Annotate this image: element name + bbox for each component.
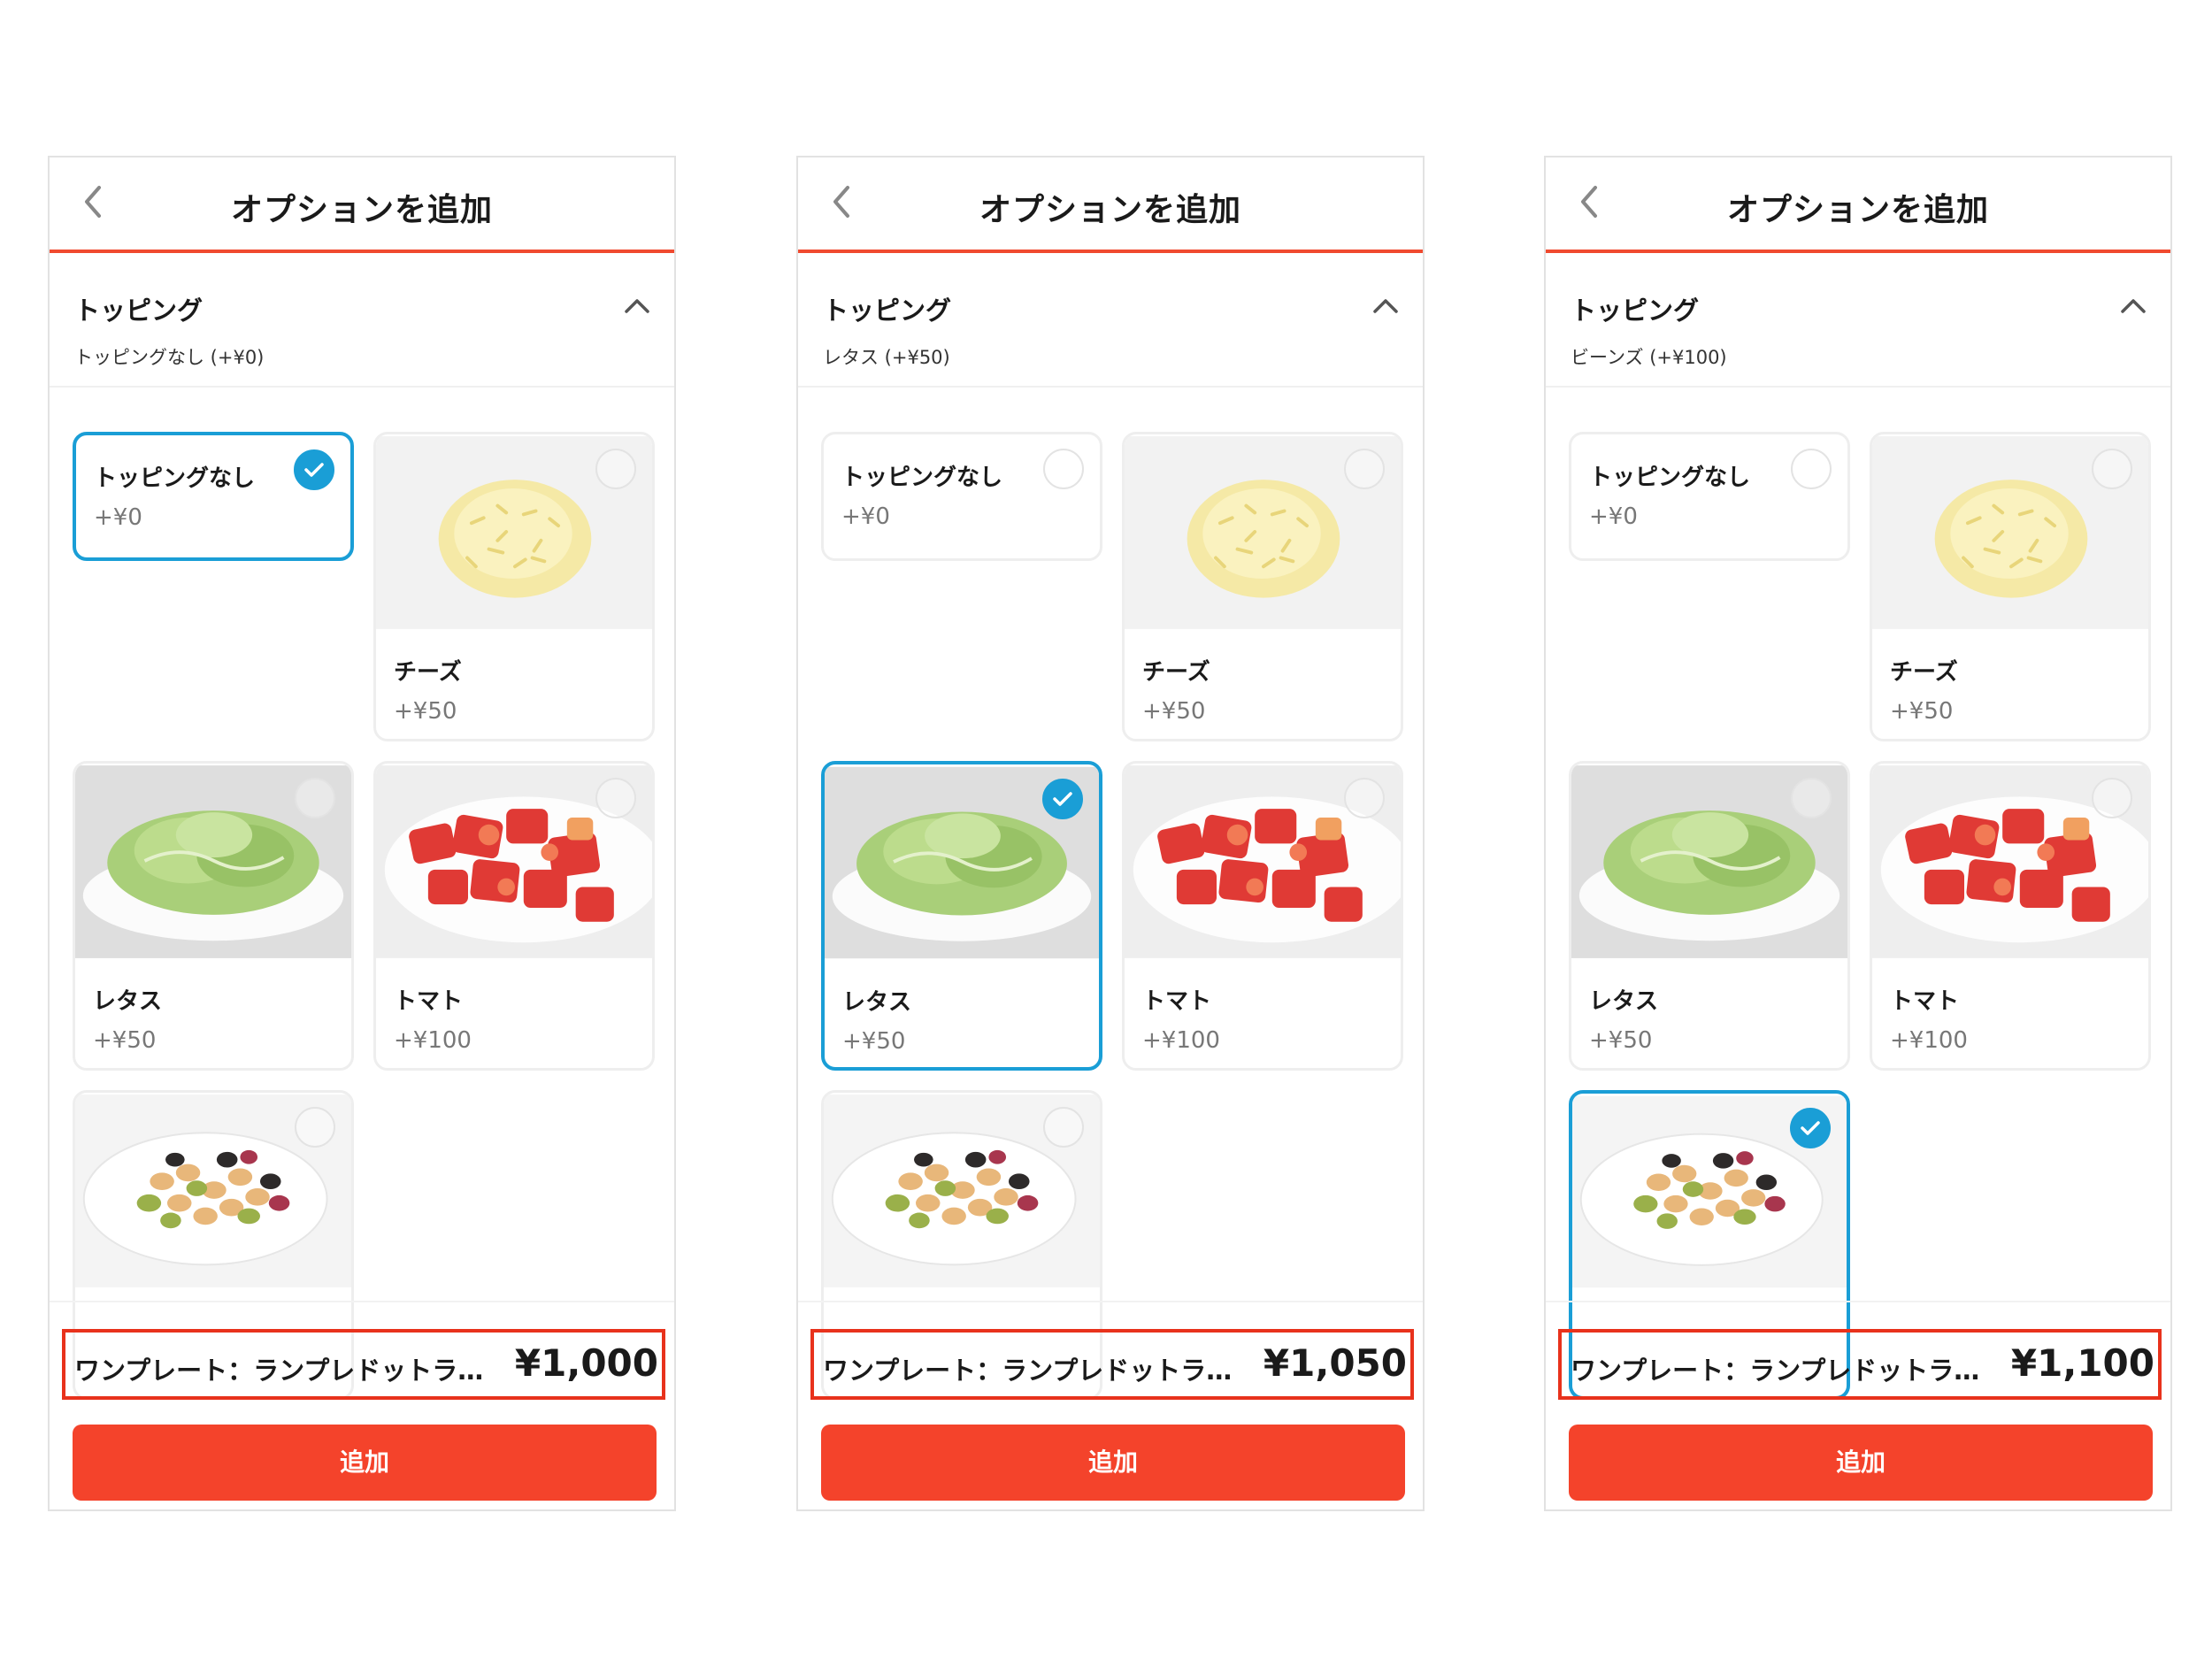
screen-3: オプションを追加 トッピング ビーンズ (+¥100) トッピングなし +¥0 …: [1544, 156, 2172, 1511]
summary-name: ワンプレート：ランプレドットラ…: [1571, 1356, 1980, 1386]
radio-unchecked[interactable]: [595, 778, 636, 818]
radio-unchecked[interactable]: [1791, 778, 1832, 818]
radio-checked[interactable]: [1790, 1108, 1831, 1148]
summary-box: ワンプレート：ランプレドットラ… ¥1,000: [62, 1329, 665, 1400]
option-price: +¥0: [94, 504, 142, 531]
option-price: +¥100: [1890, 1027, 1968, 1054]
option-card-cheese[interactable]: チーズ +¥50: [373, 432, 655, 741]
add-button[interactable]: 追加: [73, 1425, 657, 1501]
nav-bar: オプションを追加: [798, 157, 1423, 253]
radio-unchecked[interactable]: [295, 778, 335, 818]
summary-box: ワンプレート：ランプレドットラ… ¥1,100: [1558, 1329, 2162, 1400]
summary-box: ワンプレート：ランプレドットラ… ¥1,050: [810, 1329, 1414, 1400]
section-header[interactable]: トッピング トッピングなし (+¥0): [50, 253, 674, 388]
check-icon: [1801, 1121, 1820, 1135]
option-card-tomato[interactable]: トマト +¥100: [373, 761, 655, 1071]
option-card-tomato[interactable]: トマト +¥100: [1122, 761, 1403, 1071]
radio-unchecked[interactable]: [1043, 449, 1084, 489]
radio-checked[interactable]: [1042, 779, 1083, 819]
radio-unchecked[interactable]: [2092, 778, 2132, 818]
option-name: チーズ: [1890, 659, 1958, 686]
option-card-none[interactable]: トッピングなし +¥0: [1569, 432, 1850, 561]
summary-price: ¥1,050: [1263, 1341, 1407, 1385]
option-grid: トッピングなし +¥0 チーズ +¥50 レタス +¥50 トマト +¥100: [798, 391, 1423, 1463]
option-name: レタス: [93, 988, 163, 1015]
option-name: トッピングなし: [94, 465, 256, 492]
option-card-cheese[interactable]: チーズ +¥50: [1122, 432, 1403, 741]
section-title: トッピング: [1571, 296, 1700, 326]
divider: [798, 1301, 1423, 1302]
option-name: トマト: [1142, 988, 1212, 1015]
page-title: オプションを追加: [230, 192, 493, 228]
option-name: トッピングなし: [841, 465, 1003, 491]
nav-bar: オプションを追加: [1546, 157, 2170, 253]
check-icon: [1053, 792, 1072, 806]
option-grid: トッピングなし +¥0 チーズ +¥50 レタス +¥50 トマト +¥100: [1546, 391, 2170, 1463]
selected-summary: レタス (+¥50): [823, 347, 950, 368]
add-button[interactable]: 追加: [1569, 1425, 2153, 1501]
option-name: トッピングなし: [1589, 465, 1751, 491]
summary-name: ワンプレート：ランプレドットラ…: [74, 1356, 484, 1386]
option-price: +¥50: [1890, 698, 1954, 725]
option-name: チーズ: [1142, 659, 1210, 686]
collapse-button[interactable]: [2114, 287, 2153, 326]
option-name: トマト: [1890, 988, 1960, 1015]
summary-name: ワンプレート：ランプレドットラ…: [823, 1356, 1233, 1386]
radio-unchecked[interactable]: [1344, 449, 1385, 489]
option-name: レタス: [842, 989, 912, 1016]
option-grid: トッピングなし +¥0 チーズ +¥50 レタス +¥50 トマト +¥100: [50, 391, 674, 1463]
check-icon: [304, 463, 324, 477]
page-title: オプションを追加: [979, 192, 1241, 228]
section-title: トッピング: [823, 296, 952, 326]
option-price: +¥0: [1589, 503, 1638, 530]
chevron-up-icon: [1373, 299, 1398, 313]
section-header[interactable]: トッピング レタス (+¥50): [798, 253, 1423, 388]
option-price: +¥50: [1589, 1027, 1653, 1054]
option-card-lettuce[interactable]: レタス +¥50: [1569, 761, 1850, 1071]
nav-bar: オプションを追加: [50, 157, 674, 253]
radio-unchecked[interactable]: [2092, 449, 2132, 489]
radio-unchecked[interactable]: [1791, 449, 1832, 489]
selected-summary: ビーンズ (+¥100): [1571, 347, 1727, 368]
page-title: オプションを追加: [1726, 192, 1989, 228]
option-price: +¥50: [394, 698, 457, 725]
section-title: トッピング: [74, 296, 204, 326]
option-price: +¥50: [842, 1028, 906, 1055]
option-price: +¥50: [93, 1027, 157, 1054]
radio-unchecked[interactable]: [595, 449, 636, 489]
section-header[interactable]: トッピング ビーンズ (+¥100): [1546, 253, 2170, 388]
selected-summary: トッピングなし (+¥0): [74, 347, 265, 368]
radio-checked[interactable]: [294, 449, 334, 490]
screen-1: オプションを追加 トッピング トッピングなし (+¥0) トッピングなし +¥0…: [48, 156, 676, 1511]
chevron-up-icon: [625, 299, 649, 313]
option-name: トマト: [394, 988, 464, 1015]
divider: [1546, 1301, 2170, 1302]
option-name: レタス: [1589, 988, 1659, 1015]
option-price: +¥100: [1142, 1027, 1220, 1054]
option-price: +¥0: [841, 503, 890, 530]
option-card-cheese[interactable]: チーズ +¥50: [1870, 432, 2151, 741]
chevron-up-icon: [2121, 299, 2146, 313]
summary-price: ¥1,100: [2010, 1341, 2154, 1385]
option-card-none[interactable]: トッピングなし +¥0: [821, 432, 1102, 561]
option-card-none[interactable]: トッピングなし +¥0: [73, 432, 354, 561]
divider: [50, 1301, 674, 1302]
radio-unchecked[interactable]: [1043, 1107, 1084, 1148]
collapse-button[interactable]: [618, 287, 657, 326]
option-card-lettuce[interactable]: レタス +¥50: [821, 761, 1102, 1071]
option-name: チーズ: [394, 659, 462, 686]
radio-unchecked[interactable]: [295, 1107, 335, 1148]
stage: オプションを追加 トッピング トッピングなし (+¥0) トッピングなし +¥0…: [0, 0, 2212, 1659]
summary-price: ¥1,000: [514, 1341, 658, 1385]
collapse-button[interactable]: [1366, 287, 1405, 326]
option-price: +¥100: [394, 1027, 472, 1054]
screen-2: オプションを追加 トッピング レタス (+¥50) トッピングなし +¥0 チー…: [796, 156, 1425, 1511]
add-button[interactable]: 追加: [821, 1425, 1405, 1501]
radio-unchecked[interactable]: [1344, 778, 1385, 818]
option-price: +¥50: [1142, 698, 1206, 725]
option-card-tomato[interactable]: トマト +¥100: [1870, 761, 2151, 1071]
option-card-lettuce[interactable]: レタス +¥50: [73, 761, 354, 1071]
